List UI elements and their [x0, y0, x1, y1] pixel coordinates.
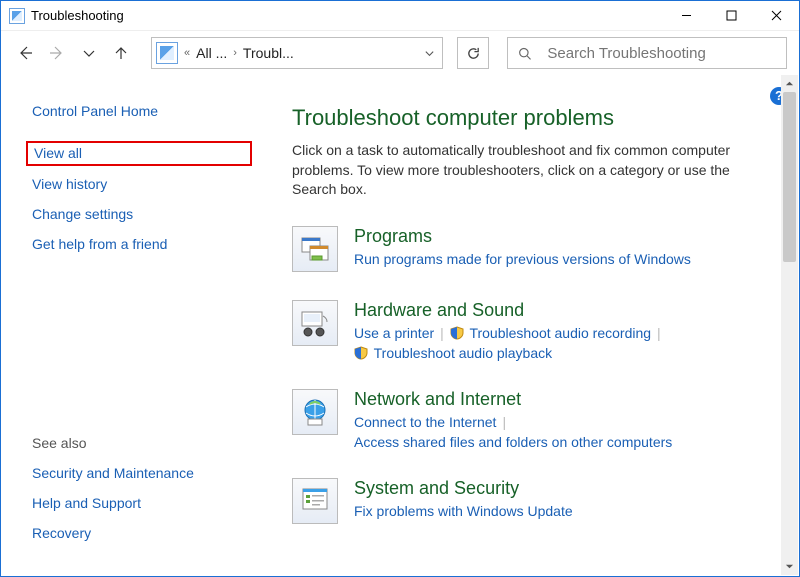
crumb-all[interactable]: All ...: [196, 45, 227, 61]
category-programs-title[interactable]: Programs: [354, 226, 778, 247]
category-hardware: Hardware and Sound Use a printer | Troub…: [292, 300, 778, 361]
see-also-security[interactable]: Security and Maintenance: [32, 465, 252, 481]
nav-back-button[interactable]: [13, 41, 37, 65]
sidebar-get-help[interactable]: Get help from a friend: [32, 236, 252, 252]
shield-icon: [354, 346, 368, 360]
address-bar[interactable]: « All ... › Troubl...: [151, 37, 443, 69]
chevron-left-icon: «: [182, 47, 192, 59]
vertical-scrollbar[interactable]: [781, 75, 798, 575]
category-network: Network and Internet Connect to the Inte…: [292, 389, 778, 450]
separator: |: [502, 414, 506, 430]
location-icon: [156, 42, 178, 64]
address-dropdown-button[interactable]: [416, 38, 442, 68]
crumb-troubleshooting[interactable]: Troubl...: [243, 45, 294, 61]
sidebar-view-all[interactable]: View all: [26, 141, 252, 166]
search-box[interactable]: [507, 37, 787, 69]
link-shared-files[interactable]: Access shared files and folders on other…: [354, 434, 672, 450]
titlebar: Troubleshooting: [1, 1, 799, 31]
see-also-recovery[interactable]: Recovery: [32, 525, 252, 541]
nav-forward-button[interactable]: [45, 41, 69, 65]
see-also-help[interactable]: Help and Support: [32, 495, 252, 511]
category-hardware-title[interactable]: Hardware and Sound: [354, 300, 778, 321]
link-use-printer[interactable]: Use a printer: [354, 325, 434, 341]
link-audio-recording[interactable]: Troubleshoot audio recording: [450, 325, 651, 341]
sidebar: Control Panel Home View all View history…: [2, 75, 272, 575]
control-panel-home-link[interactable]: Control Panel Home: [32, 103, 252, 119]
separator: |: [657, 325, 661, 341]
scroll-thumb[interactable]: [783, 92, 796, 262]
search-input[interactable]: [545, 44, 776, 63]
link-run-legacy-programs[interactable]: Run programs made for previous versions …: [354, 251, 691, 267]
nav-up-button[interactable]: [109, 41, 133, 65]
breadcrumb[interactable]: « All ... › Troubl...: [182, 45, 416, 61]
search-icon: [518, 46, 531, 61]
main-panel: ? Troubleshoot computer problems Click o…: [272, 75, 798, 575]
link-connect-internet[interactable]: Connect to the Internet: [354, 414, 496, 430]
scroll-down-button[interactable]: [781, 558, 798, 575]
hardware-icon: [292, 300, 338, 346]
scroll-up-button[interactable]: [781, 75, 798, 92]
category-system-title[interactable]: System and Security: [354, 478, 778, 499]
programs-icon: [292, 226, 338, 272]
page-heading: Troubleshoot computer problems: [292, 105, 778, 131]
sidebar-view-history[interactable]: View history: [32, 176, 252, 192]
link-windows-update[interactable]: Fix problems with Windows Update: [354, 503, 573, 519]
link-audio-playback[interactable]: Troubleshoot audio playback: [354, 345, 552, 361]
category-system: System and Security Fix problems with Wi…: [292, 478, 778, 524]
shield-icon: [450, 326, 464, 340]
page-description: Click on a task to automatically trouble…: [292, 141, 752, 200]
network-icon: [292, 389, 338, 435]
close-button[interactable]: [754, 1, 799, 31]
app-icon: [9, 8, 25, 24]
category-network-title[interactable]: Network and Internet: [354, 389, 778, 410]
category-programs: Programs Run programs made for previous …: [292, 226, 778, 272]
refresh-button[interactable]: [457, 37, 489, 69]
see-also-heading: See also: [32, 435, 252, 451]
chevron-right-icon: ›: [231, 47, 239, 59]
history-dropdown-button[interactable]: [77, 41, 101, 65]
window-title: Troubleshooting: [31, 8, 124, 23]
minimize-button[interactable]: [664, 1, 709, 31]
system-icon: [292, 478, 338, 524]
toolbar: « All ... › Troubl...: [1, 31, 799, 75]
separator: |: [440, 325, 444, 341]
app-window: Troubleshooting « All ...: [0, 0, 800, 577]
maximize-button[interactable]: [709, 1, 754, 31]
content-area: Control Panel Home View all View history…: [2, 75, 798, 575]
sidebar-change-settings[interactable]: Change settings: [32, 206, 252, 222]
